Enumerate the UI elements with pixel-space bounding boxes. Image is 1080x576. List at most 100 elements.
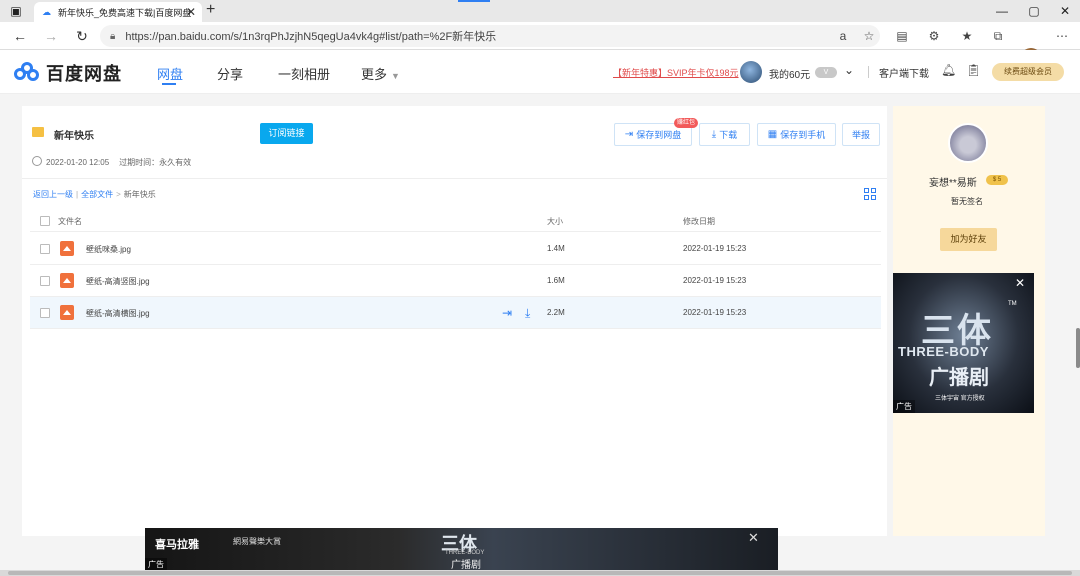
browser-tab-bar: ▣ ☁ 新年快乐_免费高速下载|百度网盘 ✕ + — ▢ ✕ bbox=[0, 0, 1080, 22]
breadcrumb-all-files[interactable]: 全部文件 bbox=[81, 190, 113, 199]
sharer-name: 妄想**易斯 bbox=[929, 178, 977, 189]
file-name[interactable]: 壁纸咪桑.jpg bbox=[86, 244, 131, 255]
horizontal-scrollbar-thumb[interactable] bbox=[8, 571, 1072, 575]
column-size[interactable]: 大小 bbox=[547, 216, 563, 227]
baidu-pan-logo[interactable]: 百度网盘 bbox=[14, 60, 122, 86]
file-date: 2022-01-19 15:23 bbox=[683, 276, 747, 285]
tab-close-icon[interactable]: ✕ bbox=[186, 5, 196, 19]
row-checkbox[interactable] bbox=[40, 308, 50, 318]
qr-code-icon: ▦ bbox=[767, 129, 778, 140]
tab-actions-icon[interactable]: ▣ bbox=[6, 2, 26, 20]
reading-view-icon[interactable]: ▤ bbox=[893, 26, 911, 46]
breadcrumb-back[interactable]: 返回上一级 bbox=[33, 190, 73, 199]
report-button[interactable]: 举报 bbox=[842, 123, 880, 146]
file-row[interactable]: 壁纸-高清竖图.jpg 1.6M 2022-01-19 15:23 bbox=[30, 265, 881, 297]
favorite-icon[interactable]: ☆ bbox=[860, 26, 878, 46]
minimize-icon[interactable]: — bbox=[992, 2, 1012, 20]
browser-tab[interactable]: ☁ 新年快乐_免费高速下载|百度网盘 ✕ bbox=[34, 2, 202, 22]
file-size: 1.6M bbox=[547, 276, 565, 285]
user-name[interactable]: 我的60元 bbox=[769, 66, 810, 81]
subscribe-link-button[interactable]: 订阅链接 bbox=[260, 123, 313, 144]
nav-netdisk[interactable]: 网盘 bbox=[157, 64, 183, 83]
maximize-icon[interactable]: ▢ bbox=[1024, 2, 1044, 20]
file-date: 2022-01-19 15:23 bbox=[683, 308, 747, 317]
folder-title: 新年快乐 bbox=[54, 131, 94, 142]
file-name[interactable]: 壁纸-高清横图.jpg bbox=[86, 308, 150, 319]
save-to-phone-label: 保存到手机 bbox=[780, 130, 826, 140]
file-row[interactable]: 壁纸-高清横图.jpg ⇥ ⤓ 2.2M 2022-01-19 15:23 bbox=[30, 297, 881, 329]
row-download-icon[interactable]: ⤓ bbox=[525, 306, 530, 321]
extensions-icon[interactable]: ⚙ bbox=[925, 26, 943, 46]
chevron-down-icon: ▼ bbox=[391, 71, 400, 81]
download-label: 下载 bbox=[719, 130, 738, 140]
client-download-link[interactable]: 客户端下载 bbox=[879, 65, 929, 80]
ad-label: 广告 bbox=[893, 400, 915, 413]
read-aloud-icon[interactable]: a bbox=[834, 26, 852, 46]
url-field[interactable]: 🔒︎ https://pan.baidu.com/s/1n3rqPhJzjhN5… bbox=[100, 25, 880, 47]
file-size: 1.4M bbox=[547, 244, 565, 253]
address-bar: ← → ↻ 🔒︎ https://pan.baidu.com/s/1n3rqPh… bbox=[0, 22, 1080, 68]
svip-promo-link[interactable]: 【新年特惠】SVIP年卡仅198元 bbox=[613, 66, 739, 79]
download-icon: ⤓ bbox=[711, 129, 717, 140]
user-menu-chevron-icon[interactable]: ⌄ bbox=[844, 63, 854, 77]
new-tab-button[interactable]: + bbox=[206, 1, 215, 19]
sharer-signature: 暂无签名 bbox=[951, 197, 983, 206]
sharer-sidebar: 妄想**易斯 $ 5 暂无签名 加为好友 三体 TM THREE-BODY 广播… bbox=[893, 106, 1045, 536]
file-name[interactable]: 壁纸-高清竖图.jpg bbox=[86, 276, 150, 287]
bottom-ad-banner[interactable]: 喜马拉雅 網易聲樂大賞 三体 THREE-BODY 广播剧 ✕ 广告 bbox=[145, 528, 778, 570]
row-checkbox[interactable] bbox=[40, 244, 50, 254]
ximalaya-logo: 喜马拉雅 bbox=[155, 539, 199, 551]
image-file-icon bbox=[60, 305, 74, 320]
grid-view-icon[interactable] bbox=[864, 188, 876, 200]
baidu-favicon-icon: ☁ bbox=[42, 7, 51, 17]
ad-license: 三体宇宙 官方授权 bbox=[935, 396, 985, 402]
save-to-phone-button[interactable]: ▦ 保存到手机 bbox=[757, 123, 836, 146]
column-name[interactable]: 文件名 bbox=[58, 216, 82, 227]
expire-time: 过期时间：永久有效 bbox=[119, 158, 192, 167]
clock-icon bbox=[32, 156, 42, 166]
bottom-ad-subtitle-2: 广播剧 bbox=[451, 560, 481, 570]
sharer-avatar[interactable] bbox=[948, 123, 988, 163]
column-date[interactable]: 修改日期 bbox=[683, 216, 715, 227]
vip-badge: V bbox=[815, 67, 837, 78]
file-row[interactable]: 壁纸咪桑.jpg 1.4M 2022-01-19 15:23 bbox=[30, 233, 881, 265]
folder-icon bbox=[32, 127, 44, 137]
close-window-icon[interactable]: ✕ bbox=[1055, 2, 1075, 20]
more-menu-icon[interactable]: ⋯ bbox=[1053, 26, 1071, 46]
select-all-checkbox[interactable] bbox=[40, 216, 50, 226]
forward-icon[interactable]: → bbox=[41, 26, 61, 46]
bell-icon[interactable]: 🔔︎ bbox=[941, 63, 956, 77]
renew-svip-button[interactable]: 续费超级会员 bbox=[992, 63, 1064, 81]
clipboard-icon[interactable]: 📋︎ bbox=[966, 63, 981, 77]
file-table-header: 文件名 大小 修改日期 bbox=[30, 210, 881, 232]
vertical-scrollbar-thumb[interactable] bbox=[1076, 328, 1080, 368]
user-avatar[interactable] bbox=[740, 61, 762, 83]
ad-brand-2: 網易聲樂大賞 bbox=[233, 537, 281, 546]
ad-tm: TM bbox=[1008, 301, 1017, 307]
add-friend-button[interactable]: 加为好友 bbox=[940, 228, 997, 251]
row-checkbox[interactable] bbox=[40, 276, 50, 286]
lock-icon: 🔒︎ bbox=[110, 30, 116, 42]
created-time: 2022-01-20 12:05 bbox=[46, 158, 110, 167]
bottom-ad-close-icon[interactable]: ✕ bbox=[748, 530, 759, 546]
tab-indicator bbox=[458, 0, 490, 2]
breadcrumb-current: 新年快乐 bbox=[123, 190, 156, 199]
bottom-ad-label: 广告 bbox=[145, 558, 167, 570]
save-to-disk-label: 保存到网盘 bbox=[636, 130, 682, 140]
sidebar-ad[interactable]: 三体 TM THREE-BODY 广播剧 三体宇宙 官方授权 ✕ 广告 bbox=[893, 273, 1034, 413]
ad-subtitle-2: 广播剧 bbox=[929, 367, 989, 389]
refresh-icon[interactable]: ↻ bbox=[72, 26, 92, 46]
red-packet-tag: 赚红包 bbox=[674, 118, 698, 128]
collections-icon[interactable]: ⧉ bbox=[989, 26, 1007, 46]
back-icon[interactable]: ← bbox=[10, 26, 30, 46]
nav-more[interactable]: 更多 ▼ bbox=[361, 64, 400, 83]
nav-share[interactable]: 分享 bbox=[217, 64, 243, 83]
nav-album[interactable]: 一刻相册 bbox=[278, 64, 330, 83]
url-text: https://pan.baidu.com/s/1n3rqPhJzjhN5qeg… bbox=[125, 31, 497, 43]
download-button[interactable]: ⤓ 下载 bbox=[699, 123, 750, 146]
image-file-icon bbox=[60, 273, 74, 288]
tab-title: 新年快乐_免费高速下载|百度网盘 bbox=[58, 7, 192, 18]
ad-close-icon[interactable]: ✕ bbox=[1015, 276, 1025, 290]
row-save-icon[interactable]: ⇥ bbox=[502, 306, 512, 320]
favorites-bar-icon[interactable]: ★ bbox=[958, 26, 976, 46]
